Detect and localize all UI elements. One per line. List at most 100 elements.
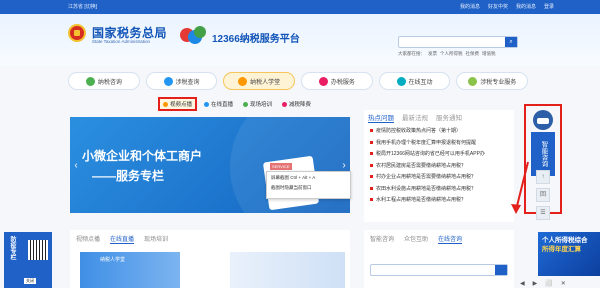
news-item[interactable]: 我用手机办理个税年度汇算申报退税有何提醒 <box>370 139 508 146</box>
news-panel: 热点问题 最新法规 服务通知 疫情防控税收政策热点问答（第十期） 我用手机办理个… <box>364 110 514 222</box>
nav-label: 在线互动 <box>408 79 433 86</box>
search-icon[interactable] <box>495 265 507 275</box>
tab-video[interactable]: 视频点播 <box>76 234 100 244</box>
professional-icon <box>468 76 478 86</box>
subnav-label: 在线直播 <box>211 102 234 108</box>
banner-subtitle: ——服务专栏 <box>92 169 165 183</box>
window-controls: ◀ ▶ ⬜ ✕ <box>520 280 566 287</box>
hand-icon <box>163 101 168 107</box>
tooltip-line: 屏幕截图 Ctrl + Alt + A <box>271 175 316 180</box>
robot-icon <box>533 110 553 130</box>
top-link[interactable]: 我的消息 <box>516 3 536 10</box>
sub-nav: 视频点播 在线直播 现场培训 减税降费 <box>158 97 378 111</box>
video-thumbnail[interactable] <box>230 252 345 288</box>
service-icon <box>318 76 328 86</box>
school-panel: 视频点播 在线直播 现场培训 纳税人学堂 <box>70 230 350 288</box>
platform-logo-icon <box>180 26 208 46</box>
search-icon[interactable]: ⌕ <box>505 37 517 47</box>
consult-panel: 智能咨询 众包互助 在线咨询 <box>364 230 514 288</box>
prev-icon[interactable]: ◀ <box>520 280 525 287</box>
subnav-training[interactable]: 现场培训 <box>240 97 275 111</box>
hot-search-item[interactable]: 增值税 <box>482 51 496 57</box>
login-link[interactable]: 登录 <box>544 3 554 10</box>
annotation-arrow <box>511 161 529 214</box>
tab-live[interactable]: 在线直播 <box>110 234 135 244</box>
search-input[interactable]: ⌕ <box>398 36 518 48</box>
brand-subtitle: State Taxation Administration <box>92 39 150 44</box>
platform-title[interactable]: 12366纳税服务平台 <box>212 30 300 45</box>
epidemic-ad[interactable]: 防疫专栏 关闭 <box>4 232 52 288</box>
hot-search: 大家都在搜： 发票 个人所得税 社保费 增值税 <box>398 51 496 57</box>
menu-icon[interactable]: ☰ <box>536 206 550 220</box>
tab-training[interactable]: 现场培训 <box>144 234 168 244</box>
service-tag: SERVICE <box>270 163 292 170</box>
hot-search-item[interactable]: 个人所得税 <box>440 51 463 57</box>
top-link[interactable]: 好友中奖 <box>488 3 508 10</box>
query-icon <box>163 76 173 86</box>
nav-item-consult[interactable]: 纳税咨询 <box>68 72 140 90</box>
tab-smart[interactable]: 智能咨询 <box>370 234 394 244</box>
subnav-tax-cut[interactable]: 减税降费 <box>279 97 314 111</box>
side-tools: ↑ 回 ☰ <box>536 170 550 220</box>
income-tax-ad[interactable]: 个人所得税综合 所得年度汇算 <box>538 232 600 276</box>
news-item[interactable]: 疫情防控税收政策热点问答（第十期） <box>370 127 508 134</box>
tab-crowd[interactable]: 众包互助 <box>404 234 428 244</box>
return-icon[interactable]: 回 <box>536 188 550 202</box>
school-tabs: 视频点播 在线直播 现场培训 <box>70 230 350 248</box>
consult-tabs: 智能咨询 众包互助 在线咨询 <box>364 230 514 248</box>
nav-label: 办税服务 <box>330 79 355 86</box>
video-thumbnail[interactable]: 纳税人学堂 <box>80 252 180 288</box>
tab-notices[interactable]: 服务通知 <box>436 112 462 122</box>
top-link[interactable]: 我的消息 <box>460 3 480 10</box>
site-header: 国家税务总局 State Taxation Administration 123… <box>0 14 600 66</box>
main-nav: 纳税咨询 涉税查询 纳税人学堂 办税服务 在线互动 涉税专业服务 <box>68 72 529 90</box>
banner-title: 小微企业和个体工商户 <box>82 149 203 163</box>
nav-label: 涉税查询 <box>175 79 200 86</box>
close-icon[interactable]: ✕ <box>561 280 566 287</box>
nav-label: 纳税咨询 <box>97 79 122 86</box>
top-links: 我的消息 好友中奖 我的消息 登录 <box>460 3 554 10</box>
subnav-label: 视频点播 <box>170 102 193 108</box>
news-item[interactable]: 水利工程占用耕地是否缴纳耕地占用税？ <box>370 196 508 203</box>
subnav-video-on-demand[interactable]: 视频点播 <box>158 97 198 111</box>
news-item[interactable]: 农村居民建房是否需要缴纳耕地占用税？ <box>370 162 508 169</box>
hot-search-item[interactable]: 社保费 <box>466 51 480 57</box>
nav-item-professional[interactable]: 涉税专业服务 <box>456 72 529 90</box>
ad-line: 所得年度汇算 <box>542 246 581 253</box>
screenshot-tooltip: 屏幕截图 Ctrl + Alt + A 截图时隐藏当前窗口 <box>266 171 351 199</box>
next-icon[interactable]: ▶ <box>533 280 538 287</box>
location-switch[interactable]: 江苏省 [切换] <box>68 3 97 10</box>
live-icon <box>204 101 210 107</box>
nav-item-interact[interactable]: 在线互动 <box>378 72 451 90</box>
ad-line: 个人所得税综合 <box>542 237 588 244</box>
nav-item-school[interactable]: 纳税人学堂 <box>223 72 296 90</box>
subnav-live[interactable]: 在线直播 <box>201 97 236 111</box>
hot-search-label: 大家都在搜： <box>398 51 425 56</box>
nav-label: 涉税专业服务 <box>480 79 517 86</box>
news-item[interactable]: 农田水利设施占用耕地是否缴纳耕地占用税？ <box>370 185 508 192</box>
nav-label: 纳税人学堂 <box>250 79 281 86</box>
consult-icon <box>85 76 95 86</box>
news-item[interactable]: 村办企业占用耕地是否需要缴纳耕地占用税？ <box>370 173 508 180</box>
maximize-icon[interactable]: ⬜ <box>545 280 552 287</box>
ad-close-button[interactable]: 关闭 <box>24 278 36 284</box>
scroll-top-icon[interactable]: ↑ <box>536 170 550 184</box>
ad-text: 防疫专栏 <box>9 236 15 260</box>
thumb-label: 纳税人学堂 <box>100 257 126 263</box>
top-bar: 江苏省 [切换] 我的消息 好友中奖 我的消息 登录 <box>0 0 600 14</box>
nav-item-service[interactable]: 办税服务 <box>301 72 373 90</box>
tax-cut-icon <box>282 101 288 107</box>
hot-search-item[interactable]: 发票 <box>428 51 437 57</box>
tab-online[interactable]: 在线咨询 <box>438 234 463 244</box>
school-icon <box>238 76 248 86</box>
subnav-label: 减税降费 <box>289 102 312 108</box>
subnav-label: 现场培训 <box>250 102 273 108</box>
news-item[interactable]: 税局开12366网站咨询的省已经可以用手机APP办 <box>370 150 508 157</box>
consult-search-input[interactable] <box>370 264 508 276</box>
tab-regulations[interactable]: 最新法规 <box>402 112 428 122</box>
banner-prev-button[interactable]: ‹ <box>72 159 80 173</box>
news-tabs: 热点问题 最新法规 服务通知 <box>364 110 514 124</box>
tooltip-line[interactable]: 截图时隐藏当前窗口 <box>271 185 346 191</box>
tab-hot[interactable]: 热点问题 <box>368 112 394 123</box>
nav-item-query[interactable]: 涉税查询 <box>145 72 218 90</box>
